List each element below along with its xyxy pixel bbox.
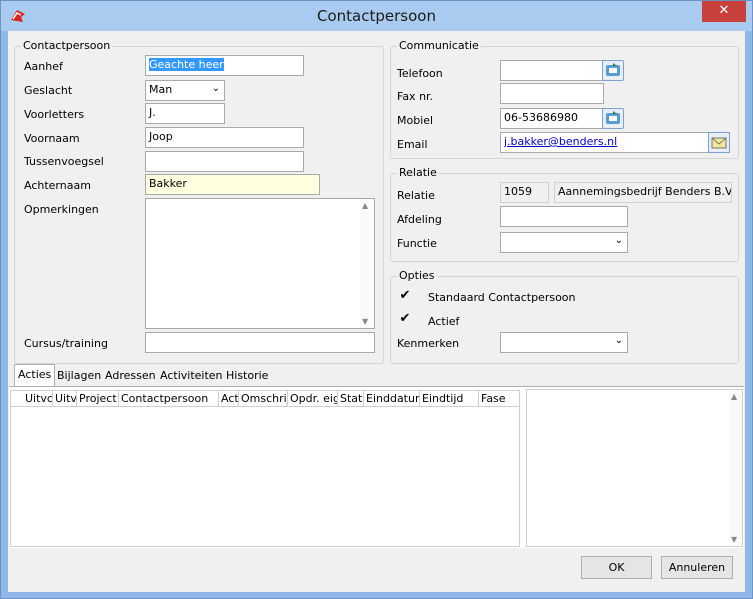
- relatie-code-field: 1059: [500, 182, 549, 203]
- kenmerken-select[interactable]: ⌄: [500, 332, 628, 353]
- email-link[interactable]: j.bakker@benders.nl: [504, 135, 617, 148]
- mobiel-label: Mobiel: [397, 114, 434, 127]
- dialog-client-area: Contactpersoon Aanhef Geachte heer Gesla…: [8, 31, 745, 592]
- aanhef-input[interactable]: Geachte heer: [145, 55, 304, 76]
- aanhef-label: Aanhef: [24, 60, 63, 73]
- opmerkingen-label: Opmerkingen: [24, 203, 99, 216]
- functie-select[interactable]: ⌄: [500, 232, 628, 253]
- geslacht-select[interactable]: Man ⌄: [145, 80, 225, 101]
- grid-column-header[interactable]: Fase: [479, 391, 519, 406]
- opties-group-title: Opties: [397, 269, 437, 282]
- window-title: Contactpersoon: [317, 7, 436, 25]
- voornaam-input[interactable]: Joop: [145, 127, 304, 148]
- afdeling-label: Afdeling: [397, 213, 442, 226]
- grid-column-header[interactable]: Act: [219, 391, 239, 406]
- actief-label[interactable]: Actief: [428, 315, 459, 328]
- acties-grid-header: Uitvc Uitvi Project Contactpersoon Act O…: [10, 390, 520, 407]
- email-label: Email: [397, 138, 428, 151]
- cursus-input[interactable]: [145, 332, 375, 353]
- tab-activiteiten-historie[interactable]: Activiteiten Historie: [157, 366, 271, 386]
- grid-column-header[interactable]: Uitvi: [53, 391, 77, 406]
- acties-detail-panel[interactable]: ▲ ▼: [526, 389, 743, 547]
- standaard-checkbox[interactable]: ✔: [398, 289, 412, 303]
- detail-panel-scrollbar[interactable]: ▲ ▼: [729, 390, 742, 546]
- scroll-down-icon[interactable]: ▼: [731, 535, 737, 544]
- actief-checkbox[interactable]: ✔: [398, 312, 412, 326]
- grid-column-header[interactable]: Eindtijd: [420, 391, 479, 406]
- achternaam-label: Achternaam: [24, 179, 91, 192]
- fax-input[interactable]: [500, 83, 604, 104]
- geslacht-value: Man: [149, 83, 173, 96]
- scroll-up-icon[interactable]: ▲: [731, 392, 737, 401]
- mobiel-input[interactable]: 06-53686980: [500, 108, 604, 129]
- email-input[interactable]: j.bakker@benders.nl: [500, 132, 730, 153]
- afdeling-input[interactable]: [500, 206, 628, 227]
- geslacht-label: Geslacht: [24, 84, 73, 97]
- scroll-down-icon[interactable]: ▼: [362, 317, 368, 326]
- tab-adressen[interactable]: Adressen: [102, 366, 159, 386]
- ok-button[interactable]: OK: [581, 556, 652, 579]
- close-button[interactable]: ✕: [702, 1, 746, 22]
- cursus-label: Cursus/training: [24, 337, 108, 350]
- acties-tab-panel: Uitvc Uitvi Project Contactpersoon Act O…: [9, 386, 744, 548]
- phone-dial-icon: [606, 63, 620, 76]
- cancel-button[interactable]: Annuleren: [661, 556, 733, 579]
- contactpersoon-group-title: Contactpersoon: [21, 39, 113, 52]
- grid-column-header[interactable]: Uitvc: [23, 391, 53, 406]
- telefoon-label: Telefoon: [397, 67, 443, 80]
- relatie-label: Relatie: [397, 189, 435, 202]
- tab-bijlagen[interactable]: Bijlagen: [54, 366, 104, 386]
- grid-column-header[interactable]: Contactpersoon: [119, 391, 219, 406]
- kenmerken-label: Kenmerken: [397, 337, 460, 350]
- tussenvoegsel-label: Tussenvoegsel: [24, 155, 104, 168]
- grid-column-header[interactable]: Omschrijv: [239, 391, 288, 406]
- scroll-up-icon[interactable]: ▲: [362, 201, 368, 210]
- telefoon-input[interactable]: [500, 60, 604, 81]
- grid-column-header[interactable]: Project: [77, 391, 119, 406]
- voornaam-label: Voornaam: [24, 132, 80, 145]
- chevron-down-icon: ⌄: [614, 335, 623, 346]
- relatie-name-field: Aannemingsbedrijf Benders B.V.: [554, 182, 732, 203]
- dial-telefoon-button[interactable]: [602, 60, 624, 81]
- opmerkingen-textarea[interactable]: ▲ ▼: [145, 198, 375, 329]
- title-bar[interactable]: Contactpersoon ✕: [1, 1, 752, 31]
- grid-column-header[interactable]: Einddatum: [364, 391, 420, 406]
- tab-acties[interactable]: Acties: [14, 364, 56, 386]
- grid-column-header[interactable]: Stati: [338, 391, 364, 406]
- standaard-label[interactable]: Standaard Contactpersoon: [428, 291, 576, 304]
- chevron-down-icon: ⌄: [211, 83, 220, 94]
- voorletters-input[interactable]: J.: [145, 103, 225, 124]
- grid-column-header[interactable]: Opdr. eig: [288, 391, 338, 406]
- relatie-group-title: Relatie: [397, 166, 439, 179]
- fax-label: Fax nr.: [397, 90, 434, 103]
- dial-mobiel-button[interactable]: [602, 108, 624, 129]
- tussenvoegsel-input[interactable]: [145, 151, 304, 172]
- dialog-window: Contactpersoon ✕ Contactpersoon Aanhef G…: [0, 0, 753, 599]
- acties-grid-body[interactable]: [10, 407, 520, 547]
- envelope-icon: [711, 137, 727, 149]
- communicatie-group-title: Communicatie: [397, 39, 481, 52]
- chevron-down-icon: ⌄: [614, 235, 623, 246]
- opmerkingen-scrollbar[interactable]: ▲ ▼: [360, 199, 374, 328]
- achternaam-input[interactable]: Bakker: [145, 174, 320, 195]
- voorletters-label: Voorletters: [24, 108, 85, 121]
- functie-label: Functie: [397, 237, 437, 250]
- aanhef-value: Geachte heer: [149, 58, 224, 71]
- send-email-button[interactable]: [708, 132, 730, 153]
- phone-dial-icon: [606, 111, 620, 124]
